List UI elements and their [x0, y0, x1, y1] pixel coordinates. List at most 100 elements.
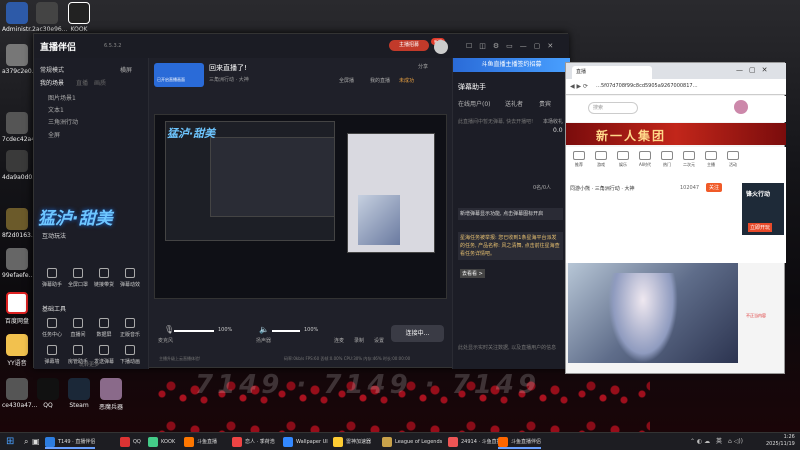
user-avatar[interactable]	[734, 100, 748, 114]
link-sales-button[interactable]: 链接带货	[92, 268, 116, 288]
desktop-icon[interactable]: 2ac30e96...	[32, 2, 67, 33]
gift-stats-label: 本场收礼	[543, 119, 564, 125]
toolbar-my-stream[interactable]: 我的直播	[370, 77, 390, 84]
speaker-icon[interactable]: 🔈	[259, 325, 269, 334]
steam-icon[interactable]: Steam	[64, 378, 94, 409]
taskbar-item[interactable]: 24914 · 斗鱼直播	[448, 435, 502, 449]
ad-play-button[interactable]: 立即开玩	[748, 223, 773, 232]
stream-category[interactable]: 三角洲行动 · 大神	[209, 76, 249, 83]
view-link[interactable]: 去看看 >	[460, 269, 485, 278]
desktop-icon[interactable]: 8f2d0163...	[2, 208, 37, 239]
report-label[interactable]: 不正当内容	[746, 313, 766, 319]
desktop-icon[interactable]: ce430a47...	[2, 378, 37, 409]
window-controls[interactable]: ☐◫⚙▭—▢✕	[466, 42, 560, 50]
nav-item[interactable]: 推荐	[570, 151, 588, 168]
mic-icon[interactable]: 🎙	[164, 325, 174, 334]
site-banner[interactable]: 新一人集团	[566, 123, 786, 145]
browser-tab[interactable]: 直播	[572, 66, 652, 79]
nav-label: 游戏	[597, 162, 605, 167]
input-language[interactable]: 英	[716, 435, 722, 449]
recruit-banner[interactable]: 斗鱼直播主播签约招募	[453, 58, 570, 72]
danmaku-assistant-button[interactable]: 弹幕助手	[40, 268, 64, 288]
desktop-icon[interactable]: YY语音	[2, 334, 32, 367]
live-room-button[interactable]: 直播间	[66, 318, 90, 338]
danmaku-wall-button[interactable]: 弹幕墙	[40, 345, 64, 365]
nav-item[interactable]: 主播	[702, 151, 720, 168]
stream-preview[interactable]: 猛泸·甜美	[154, 114, 447, 299]
taskbar-item[interactable]: 斗鱼直播伴侣	[498, 435, 542, 449]
nav-item[interactable]: 游戏	[592, 151, 610, 168]
data-screen-button[interactable]: 数据屏	[92, 318, 116, 338]
start-stream-button[interactable]: 连接中...	[391, 325, 444, 342]
address-text[interactable]: …5f07d708f99c8cd5905a9267000817…	[596, 83, 698, 89]
preview-screen-inner	[210, 137, 335, 217]
upgrade-hint[interactable]: 主播升级上云直播体验!	[159, 356, 201, 362]
orientation-toggle[interactable]: 横屏	[120, 65, 132, 74]
link-mic-button[interactable]: 连麦	[334, 337, 344, 344]
scenes-tab-live[interactable]: 直播	[76, 78, 88, 87]
nav-item[interactable]: 活动	[724, 151, 742, 168]
end-animation-button[interactable]: 下播动画	[118, 345, 142, 365]
taskbar-item[interactable]: T149 · 直播伴侣	[45, 435, 96, 449]
desktop-icon[interactable]: a379c2e0...	[2, 44, 37, 75]
network-volume-icons[interactable]: ⌂ ◁))	[728, 435, 743, 449]
tab-gifters[interactable]: 送礼者	[505, 99, 523, 108]
site-search-input[interactable]: 搜索	[588, 102, 638, 114]
taskbar-item[interactable]: QQ	[120, 435, 141, 449]
scenes-tab-quality[interactable]: 画质	[94, 78, 106, 87]
qq-icon[interactable]: QQ	[33, 378, 63, 409]
desktop-icon[interactable]: 百度网盘	[2, 292, 32, 325]
scene-item[interactable]: 三角洲行动	[48, 117, 78, 126]
settings-button[interactable]: 设置	[374, 337, 384, 344]
scene-thumbnail[interactable]: 已开启直播画面	[154, 63, 204, 87]
stream-video[interactable]	[568, 263, 738, 363]
scene-item[interactable]: 文本1	[48, 105, 64, 114]
mic-slider[interactable]	[174, 330, 214, 332]
desktop-icon[interactable]: Administr...	[2, 2, 36, 33]
address-bar[interactable]: ◀ ▶ ⟳ …5f07d708f99c8cd5905a9267000817…	[566, 79, 786, 95]
mode-select[interactable]: 常规模式	[40, 65, 64, 74]
nav-item[interactable]: AI时代	[636, 151, 654, 168]
taskbar-item[interactable]: 斗鱼直播	[184, 435, 217, 449]
kook-icon[interactable]: KOOK	[64, 2, 94, 33]
task-center-button[interactable]: 任务中心	[40, 318, 64, 338]
start-icon[interactable]: ⊞	[6, 435, 20, 449]
app-logo: 直播伴侣	[40, 43, 77, 53]
desktop-icon[interactable]: 99efaefe...	[2, 248, 34, 279]
taskbar-item[interactable]: League of Legends	[382, 435, 442, 449]
nav-item[interactable]: 二次元	[680, 151, 698, 168]
nav-buttons[interactable]: ◀ ▶ ⟳	[570, 83, 588, 90]
nav-item[interactable]: 热门	[658, 151, 676, 168]
tab-vip[interactable]: 贵宾	[539, 99, 551, 108]
scene-item[interactable]: 全屏	[48, 130, 60, 139]
game-ad[interactable]: 锋火行动 立即开玩	[742, 183, 784, 235]
more-link[interactable]: 玩转更多	[79, 361, 99, 368]
recruit-button[interactable]: 主播招募	[389, 40, 429, 51]
search-icon[interactable]: ⌕	[24, 435, 28, 449]
taskbar-item[interactable]: 恋人 · 季荷浩	[232, 435, 275, 449]
clock[interactable]: 1:26 2025/11/19	[766, 434, 795, 448]
desktop-icon[interactable]: 4da9a0d0...	[2, 150, 38, 181]
scene-item[interactable]: 图片场景1	[48, 93, 76, 102]
taskbar-item[interactable]: Wallpaper UI	[283, 435, 328, 449]
task-view-icon[interactable]: ▣	[32, 435, 40, 449]
taskbar-item[interactable]: KOOK	[148, 435, 175, 449]
follow-button[interactable]: 关注	[706, 183, 723, 192]
nav-item[interactable]: 娱乐	[614, 151, 632, 168]
button-label: 弹幕墙	[44, 359, 60, 365]
danmaku-effect-button[interactable]: 弹幕动效	[118, 268, 142, 288]
game-icon[interactable]: 恶魔兵器	[96, 378, 126, 411]
tab-online-users[interactable]: 在线用户(0)	[458, 99, 491, 108]
toolbar-fullscreen[interactable]: 全屏播	[339, 77, 354, 84]
record-button[interactable]: 录制	[354, 337, 364, 344]
avatar[interactable]	[434, 40, 448, 54]
stream-title[interactable]: 回来直播了!	[209, 63, 247, 73]
tray-icons[interactable]: ⌃ ◐ ☁	[690, 435, 710, 449]
music-button[interactable]: 正版音乐	[118, 318, 142, 338]
share-button[interactable]: 分享	[418, 63, 428, 70]
desktop-icon[interactable]: 7cdec42a4...	[2, 112, 41, 143]
fullscreen-mask-button[interactable]: 全屏口罩	[66, 268, 90, 288]
browser-window-controls[interactable]: —▢✕	[736, 66, 773, 74]
speaker-slider[interactable]	[272, 330, 300, 332]
taskbar-item[interactable]: 雷神加速器	[333, 435, 371, 449]
